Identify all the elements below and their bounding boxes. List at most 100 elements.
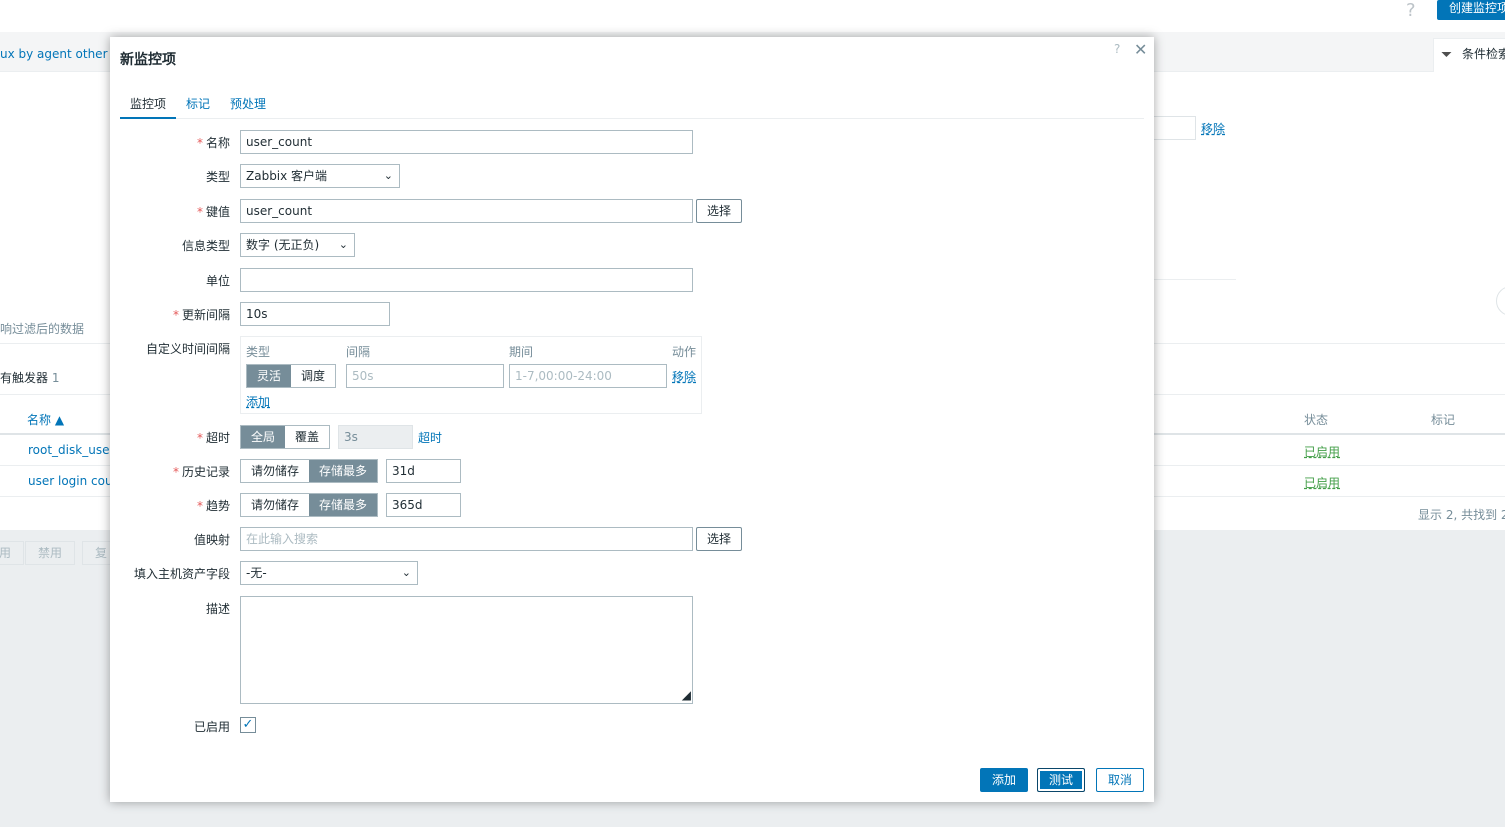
- timeout-link[interactable]: 超时: [418, 429, 442, 446]
- test-button[interactable]: 测试: [1037, 768, 1086, 792]
- filter-input[interactable]: [1150, 116, 1196, 140]
- units-label: 单位: [205, 274, 230, 288]
- check-icon: ✓: [242, 717, 254, 732]
- trends-no-store-option[interactable]: 请勿储存: [241, 494, 310, 516]
- tab-preprocessing[interactable]: 预处理: [230, 95, 266, 119]
- custom-header-action: 动作: [672, 345, 697, 359]
- description-label: 描述: [205, 602, 230, 616]
- history-label-text: 历史记录: [181, 465, 230, 479]
- divider: [1150, 279, 1236, 280]
- type-select-value: Zabbix 客户端: [246, 169, 328, 183]
- custom-header-type: 类型: [246, 345, 271, 359]
- info-type-label: 信息类型: [181, 239, 230, 253]
- custom-header-period: 期间: [509, 345, 534, 359]
- history-toggle: 请勿储存 存储最多: [240, 459, 379, 483]
- trends-label-text: 趋势: [205, 499, 230, 513]
- interval-label-text: 更新间隔: [181, 308, 230, 322]
- type-select[interactable]: Zabbix 客户端 ⌄: [240, 164, 400, 188]
- custom-intervals-table: 类型 间隔 期间 动作 灵活 调度 50s 1-7,00:00-24:00 移除…: [240, 336, 702, 414]
- cancel-button[interactable]: 取消: [1096, 768, 1145, 792]
- subfilter-triggers[interactable]: 有触发器 1: [0, 369, 59, 386]
- info-type-select[interactable]: 数字 (无正负) ⌄: [240, 233, 355, 257]
- enabled-label: 已启用: [193, 720, 230, 734]
- timeout-global-option[interactable]: 全局: [241, 426, 286, 448]
- help-icon[interactable]: ?: [1114, 42, 1120, 56]
- timeout-toggle: 全局 覆盖: [240, 425, 331, 449]
- timeout-label: * 超时: [196, 431, 230, 445]
- top-bar: [0, 0, 1505, 32]
- filter-tab-label: 条件检索: [1462, 47, 1505, 61]
- trends-store-option[interactable]: 存储最多: [309, 494, 378, 516]
- template-link[interactable]: ux by agent other: [0, 47, 108, 61]
- filter-tab[interactable]: ⏷ 条件检索: [1433, 38, 1505, 72]
- filter-remove-link[interactable]: 移除: [1201, 120, 1225, 137]
- col-name-header[interactable]: 名称 ▲: [27, 411, 64, 428]
- item-status[interactable]: 已启用: [1304, 474, 1340, 491]
- type-label: 类型: [205, 170, 230, 184]
- history-input[interactable]: 31d: [386, 459, 461, 483]
- custom-intervals-label: 自定义时间间隔: [145, 342, 230, 356]
- help-icon[interactable]: ?: [1406, 0, 1416, 21]
- item-name-link[interactable]: root_disk_use: [28, 443, 109, 457]
- col-tags-header: 标记: [1431, 413, 1456, 427]
- interval-input[interactable]: 10s: [240, 302, 390, 326]
- history-label: * 历史记录: [172, 465, 230, 479]
- dialog-title: 新监控项: [120, 52, 176, 68]
- add-button[interactable]: 添加: [980, 768, 1029, 792]
- valuemap-select-button[interactable]: 选择: [696, 527, 743, 551]
- timeout-override-option[interactable]: 覆盖: [285, 426, 330, 448]
- history-no-store-option[interactable]: 请勿储存: [241, 460, 310, 482]
- flexible-option[interactable]: 灵活: [247, 365, 292, 387]
- key-select-button[interactable]: 选择: [696, 199, 743, 223]
- timeout-label-text: 超时: [205, 431, 230, 445]
- tab-tags[interactable]: 标记: [186, 95, 210, 119]
- custom-remove-link[interactable]: 移除: [672, 368, 696, 385]
- table-footer-stats: 显示 2, 共找到 2: [1418, 508, 1505, 522]
- enabled-checkbox[interactable]: ✓: [240, 717, 256, 733]
- create-item-button[interactable]: 创建监控项: [1437, 0, 1505, 20]
- dialog-tabs: 监控项 标记 预处理: [120, 85, 1144, 119]
- key-label: * 键值: [196, 205, 230, 219]
- key-label-text: 键值: [205, 205, 230, 219]
- custom-period-input[interactable]: 1-7,00:00-24:00: [509, 364, 667, 388]
- inventory-select[interactable]: -无- ⌄: [240, 561, 418, 585]
- item-status[interactable]: 已启用: [1304, 443, 1340, 460]
- custom-add-link[interactable]: 添加: [246, 393, 270, 410]
- chevron-down-icon: ⌄: [383, 169, 393, 182]
- trends-label: * 趋势: [196, 499, 230, 513]
- resize-handle-icon[interactable]: ◢: [682, 688, 691, 702]
- history-store-option[interactable]: 存储最多: [309, 460, 378, 482]
- name-label: * 名称: [196, 136, 230, 150]
- custom-header-interval: 间隔: [346, 345, 371, 359]
- filter-notice: 响过滤后的数据: [0, 322, 85, 336]
- new-item-dialog: 新监控项 ? ✕ 监控项 标记 预处理 * 名称 user_count 类型 Za…: [110, 37, 1154, 802]
- subfilter-triggers-count: 1: [51, 371, 60, 385]
- chevron-down-icon: ⌄: [401, 566, 411, 579]
- interval-label: * 更新间隔: [172, 308, 230, 322]
- custom-type-toggle: 灵活 调度: [246, 364, 337, 388]
- key-input[interactable]: user_count: [240, 199, 693, 223]
- trends-input[interactable]: 365d: [386, 493, 461, 517]
- custom-interval-input[interactable]: 50s: [346, 364, 504, 388]
- subfilter-triggers-label: 有触发器: [0, 371, 49, 385]
- units-input[interactable]: [240, 268, 693, 292]
- name-input[interactable]: user_count: [240, 130, 693, 154]
- mass-disable-button[interactable]: 禁用: [25, 541, 76, 565]
- description-textarea[interactable]: ◢: [240, 596, 693, 704]
- tab-item[interactable]: 监控项: [120, 95, 177, 119]
- valuemap-label: 值映射: [193, 533, 230, 547]
- col-status-header: 状态: [1304, 413, 1329, 427]
- name-label-text: 名称: [205, 136, 230, 150]
- info-type-value: 数字 (无正负): [246, 238, 320, 252]
- valuemap-input[interactable]: 在此输入搜索: [240, 527, 693, 551]
- close-icon[interactable]: ✕: [1134, 40, 1147, 59]
- timeout-input: 3s: [338, 425, 413, 449]
- mass-enable-button[interactable]: 用: [0, 541, 25, 565]
- filter-icon: ⏷: [1441, 47, 1453, 63]
- item-name-link[interactable]: user login coun: [28, 474, 120, 488]
- chevron-down-icon: ⌄: [338, 238, 348, 251]
- trends-toggle: 请勿储存 存储最多: [240, 493, 379, 517]
- inventory-select-value: -无-: [246, 566, 267, 580]
- scheduling-option[interactable]: 调度: [291, 365, 336, 387]
- inventory-label: 填入主机资产字段: [133, 567, 230, 581]
